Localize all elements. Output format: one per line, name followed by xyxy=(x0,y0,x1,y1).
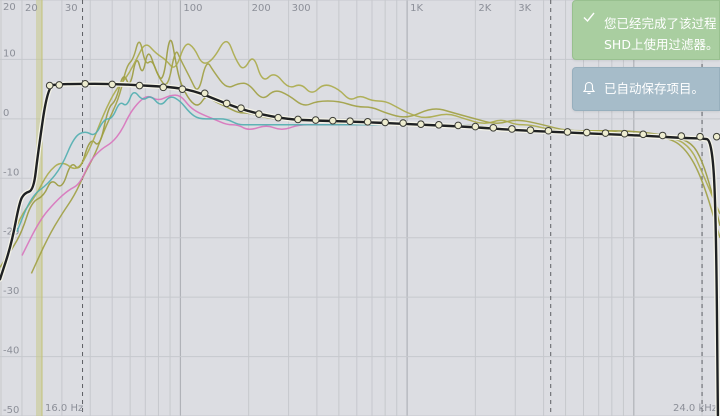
x-tick-label: 30 xyxy=(65,3,78,14)
eq-node xyxy=(712,132,720,141)
eq-node xyxy=(639,130,647,139)
x-tick-label: 200 xyxy=(252,3,271,14)
eq-node xyxy=(159,83,168,92)
eq-node xyxy=(399,119,407,127)
completion-notification-line1: 您已经完成了该过程 xyxy=(604,16,717,31)
eq-node xyxy=(81,79,89,88)
x-tick-label: 100 xyxy=(183,3,202,14)
eq-node xyxy=(381,118,389,127)
eq-node xyxy=(454,121,462,130)
y-tick-label: 10 xyxy=(3,48,16,59)
eq-node xyxy=(294,115,302,124)
eq-node xyxy=(563,128,572,136)
eq-node xyxy=(508,125,516,133)
eq-node xyxy=(200,89,209,98)
eq-node xyxy=(222,99,231,108)
eq-node xyxy=(55,81,64,89)
eq-node xyxy=(526,126,535,134)
eq-node xyxy=(311,116,320,124)
x-tick-label: 1K xyxy=(410,3,423,14)
eq-node xyxy=(237,104,245,112)
eq-node xyxy=(363,118,372,126)
eq-node xyxy=(135,81,144,90)
y-tick-label: 0 xyxy=(3,108,9,119)
y-tick-label: 20 xyxy=(3,2,16,13)
bell-icon xyxy=(582,81,596,95)
range-max-label: 24.0 kHz xyxy=(673,403,717,414)
y-tick-label: -10 xyxy=(3,167,19,178)
eq-node xyxy=(255,110,263,118)
y-tick-label: -40 xyxy=(3,346,19,357)
eq-node xyxy=(178,85,187,93)
checkmark-icon xyxy=(583,12,595,23)
eq-node xyxy=(108,80,116,89)
eq-node xyxy=(471,122,480,131)
y-tick-label: -30 xyxy=(3,286,19,297)
eq-node xyxy=(45,81,54,90)
eq-node xyxy=(417,120,425,129)
eq-node xyxy=(582,128,591,137)
eq-node xyxy=(435,121,443,129)
eq-node xyxy=(346,117,354,126)
autosave-notification-text: 已自动保存项目。 xyxy=(604,81,705,96)
eq-node xyxy=(620,129,629,138)
frequency-response-chart[interactable]: 20301002003001K2K3K10K20100-10-20-30-40-… xyxy=(0,0,720,416)
low-range-band xyxy=(0,0,2,416)
eq-node xyxy=(544,126,553,135)
eq-node xyxy=(601,129,610,137)
low-range-edge xyxy=(36,0,42,416)
eq-node xyxy=(677,132,686,140)
x-tick-label: 3K xyxy=(518,3,531,14)
eq-node xyxy=(328,116,337,125)
completion-notification-line2: SHD上使用过滤器。 xyxy=(604,37,719,52)
eq-node xyxy=(274,113,283,122)
completion-notification[interactable]: 您已经完成了该过程 SHD上使用过滤器。 xyxy=(572,0,720,60)
range-min-label: 16.0 Hz xyxy=(45,403,83,414)
x-tick-label: 20 xyxy=(25,3,38,14)
eq-node xyxy=(696,132,704,141)
eq-node xyxy=(489,123,498,132)
y-tick-label: -50 xyxy=(3,405,19,416)
x-tick-label: 300 xyxy=(292,3,311,14)
x-tick-label: 2K xyxy=(478,3,491,14)
eq-node xyxy=(658,131,667,140)
autosave-notification[interactable]: 已自动保存项目。 xyxy=(572,67,720,111)
